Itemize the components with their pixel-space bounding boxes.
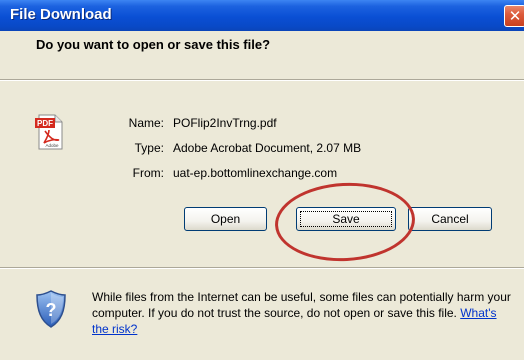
cancel-button[interactable]: Cancel bbox=[408, 207, 492, 231]
close-button[interactable]: ✕ bbox=[504, 5, 524, 27]
from-row: From: uat-ep.bottomlinexchange.com bbox=[0, 166, 524, 182]
source-value: uat-ep.bottomlinexchange.com bbox=[173, 166, 338, 180]
title-bar[interactable]: File Download ✕ bbox=[0, 0, 524, 31]
warning-text: While files from the Internet can be use… bbox=[92, 290, 511, 320]
divider-highlight bbox=[0, 80, 524, 81]
name-row: Name: POFlip2InvTrng.pdf bbox=[0, 116, 524, 132]
file-type-value: Adobe Acrobat Document, 2.07 MB bbox=[173, 141, 362, 155]
window-title: File Download bbox=[10, 6, 112, 23]
security-warning: While files from the Internet can be use… bbox=[92, 289, 512, 337]
divider-highlight bbox=[0, 268, 524, 269]
svg-text:?: ? bbox=[46, 300, 57, 320]
open-button[interactable]: Open bbox=[184, 207, 267, 231]
highlight-circle bbox=[273, 179, 417, 265]
cancel-button-label: Cancel bbox=[431, 212, 469, 226]
type-row: Type: Adobe Acrobat Document, 2.07 MB bbox=[0, 141, 524, 157]
name-label: Name: bbox=[128, 116, 164, 130]
type-label: Type: bbox=[134, 141, 164, 155]
download-question: Do you want to open or save this file? bbox=[36, 37, 271, 52]
file-name-value: POFlip2InvTrng.pdf bbox=[173, 116, 277, 130]
shield-icon: ? bbox=[36, 290, 66, 328]
from-label: From: bbox=[132, 166, 164, 180]
open-button-label: Open bbox=[210, 212, 241, 226]
close-icon: ✕ bbox=[508, 7, 522, 25]
dialog-body: Do you want to open or save this file? P… bbox=[0, 31, 524, 360]
